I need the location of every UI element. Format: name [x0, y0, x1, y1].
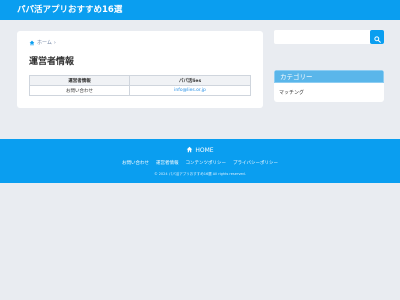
table-header-cell: 運営者情報: [29, 75, 130, 86]
home-icon: [186, 146, 193, 155]
table-row: お問い合わせ info@lies.or.jp: [29, 85, 251, 96]
footer-home-link[interactable]: HOME: [0, 146, 400, 155]
home-icon[interactable]: [29, 40, 35, 46]
breadcrumb: ホーム ›: [29, 39, 56, 46]
breadcrumb-home-link[interactable]: ホーム: [37, 39, 52, 46]
category-widget: カテゴリー マッチング: [274, 70, 384, 102]
footer-link-content-policy[interactable]: コンテンツポリシー: [186, 160, 227, 166]
category-item-matching[interactable]: マッチング: [274, 83, 384, 96]
footer-link-contact[interactable]: お問い合わせ: [122, 160, 149, 166]
search-input[interactable]: [274, 30, 384, 44]
category-widget-title: カテゴリー: [274, 70, 384, 83]
footer-link-operator[interactable]: 運営者情報: [156, 160, 179, 166]
search-icon: [373, 28, 381, 47]
table-cell-label: お問い合わせ: [29, 85, 130, 96]
breadcrumb-separator: ›: [53, 39, 56, 46]
site-title[interactable]: パパ活アプリおすすめ16選: [17, 3, 122, 15]
operator-info-table: 運営者情報 パパ活lies お問い合わせ info@lies.or.jp: [29, 75, 251, 96]
site-footer: HOME お問い合わせ 運営者情報 コンテンツポリシー プライバシーポリシー ©…: [0, 139, 400, 183]
footer-links: お問い合わせ 運営者情報 コンテンツポリシー プライバシーポリシー: [0, 160, 400, 166]
main-content-card: ホーム › 運営者情報 運営者情報 パパ活lies お問い合わせ info@li…: [17, 31, 263, 108]
footer-link-privacy-policy[interactable]: プライバシーポリシー: [233, 160, 278, 166]
footer-copyright: © 2024 パパ活アプリおすすめ16選 All rights reserved…: [154, 172, 246, 176]
footer-home-label: HOME: [195, 147, 214, 154]
table-header-cell: パパ活lies: [129, 75, 251, 86]
site-header: パパ活アプリおすすめ16選: [0, 0, 400, 20]
search-button[interactable]: [370, 30, 384, 44]
table-header-row: 運営者情報 パパ活lies: [29, 75, 251, 86]
contact-email-link[interactable]: info@lies.or.jp: [129, 85, 251, 96]
page-title: 運営者情報: [29, 57, 75, 67]
